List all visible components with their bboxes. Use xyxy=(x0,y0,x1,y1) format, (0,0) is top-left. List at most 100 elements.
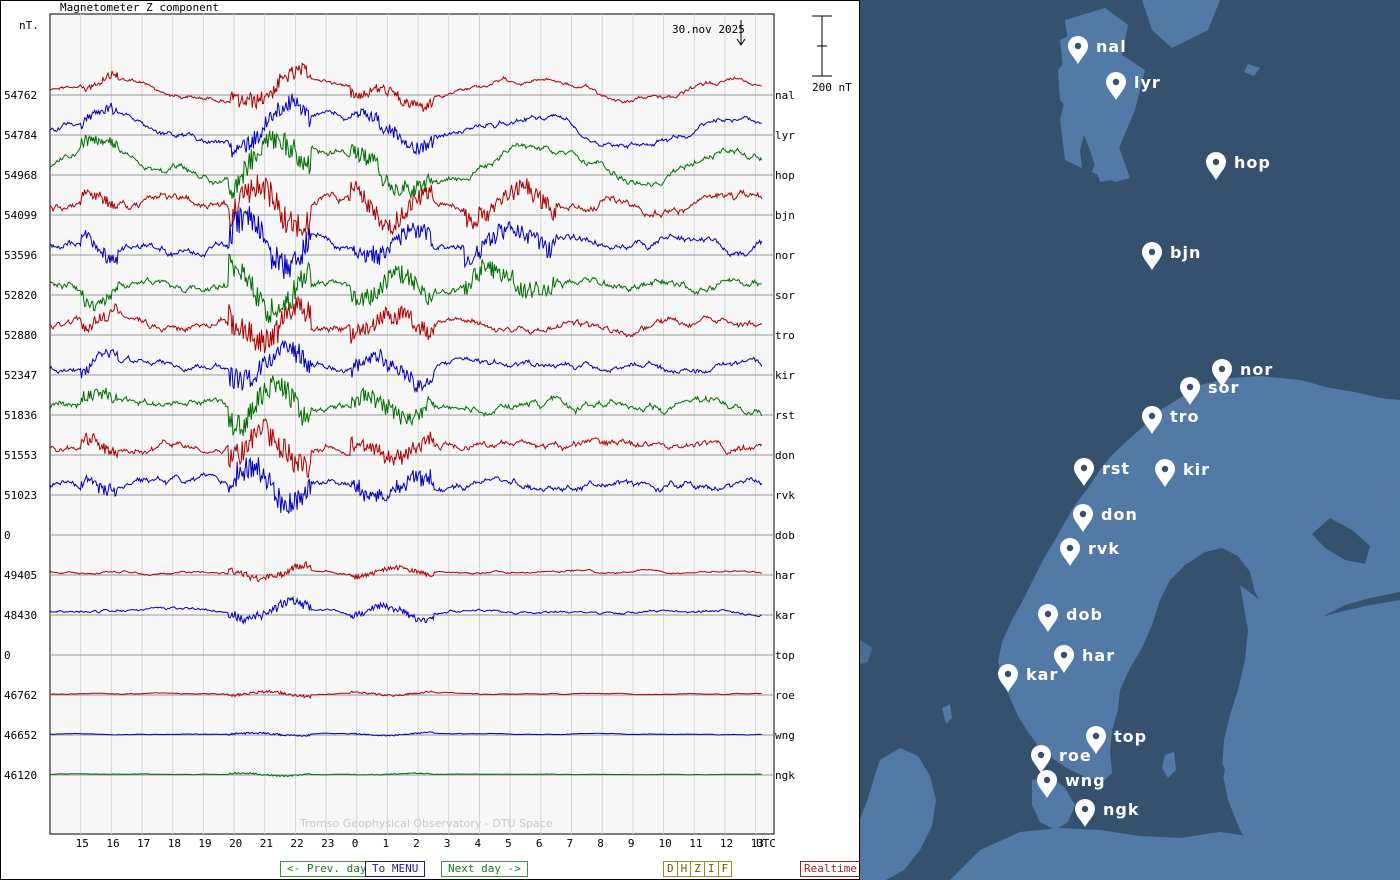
map-station-label: nor xyxy=(1240,360,1273,379)
x-tick-label: 11 xyxy=(689,837,702,850)
map-svg: nallyr hop bjn norsortro rst kir don rvk dob har k… xyxy=(860,0,1400,880)
map-station-label: bjn xyxy=(1170,243,1201,262)
x-tick-label: 1 xyxy=(382,837,389,850)
station-label: lyr xyxy=(775,129,795,142)
x-tick-label: 9 xyxy=(628,837,635,850)
station-label: top xyxy=(775,649,795,662)
station-label: hop xyxy=(775,169,795,182)
x-tick-label: 17 xyxy=(137,837,150,850)
x-tick-label: 10 xyxy=(659,837,672,850)
x-tick-label: 3 xyxy=(444,837,451,850)
map-pin-icon xyxy=(1031,745,1051,773)
baseline-value-label: 0 xyxy=(4,649,11,662)
map-pin-hole xyxy=(1212,158,1220,166)
finland-baltics xyxy=(1222,585,1400,880)
x-tick-label: 22 xyxy=(290,837,303,850)
x-tick-label: 2 xyxy=(413,837,420,850)
map-station-label: sor xyxy=(1208,378,1239,397)
station-marker-hop[interactable]: hop xyxy=(1206,152,1271,180)
utc-label: UTC xyxy=(756,837,776,850)
map-pin-hole xyxy=(1043,776,1051,784)
realtime-button[interactable]: Realtime xyxy=(800,861,861,877)
station-label: wng xyxy=(775,729,795,742)
station-marker-ngk[interactable]: ngk xyxy=(1075,799,1139,827)
baseline-value-label: 48430 xyxy=(4,609,37,622)
x-tick-label: 15 xyxy=(76,837,89,850)
station-label: dob xyxy=(775,529,795,542)
station-label: nor xyxy=(775,249,795,262)
baseline-value-label: 51836 xyxy=(4,409,37,422)
component-f-link[interactable]: F xyxy=(719,862,732,876)
map-pin-hole xyxy=(1112,78,1120,86)
next-day-button[interactable]: Next day -> xyxy=(441,861,528,877)
magnetometer-chart-panel: 15 16 17 18 19 20 21 22 23 0 1 2 3 4 5 6 7 8 9 10 11 12 13 5476… xyxy=(0,0,861,880)
map-pin-icon xyxy=(1206,152,1226,180)
x-tick-label: 8 xyxy=(597,837,604,850)
station-label: har xyxy=(775,569,795,582)
baseline-value-label: 51553 xyxy=(4,449,37,462)
unit-label: nT. xyxy=(19,19,39,32)
map-station-label: rvk xyxy=(1088,539,1120,558)
map-pin-hole xyxy=(1161,465,1169,473)
nordaustlandet xyxy=(1142,0,1220,48)
x-tick-label: 21 xyxy=(260,837,273,850)
component-d-link[interactable]: D xyxy=(664,862,678,876)
map-station-label: hop xyxy=(1234,153,1271,172)
station-label: don xyxy=(775,449,795,462)
map-pin-icon xyxy=(1142,242,1162,270)
baseline-value-label: 0 xyxy=(4,529,11,542)
baseline-value-label: 53596 xyxy=(4,249,37,262)
component-z-link[interactable]: Z xyxy=(691,862,705,876)
station-label: nal xyxy=(775,89,795,102)
map-station-label: har xyxy=(1082,646,1115,665)
component-h-link[interactable]: H xyxy=(678,862,692,876)
map-pin-hole xyxy=(1060,651,1068,659)
map-pin-hole xyxy=(1037,751,1045,759)
map-pin-hole xyxy=(1148,248,1156,256)
station-marker-bjn[interactable]: bjn xyxy=(1142,242,1201,270)
x-tick-label: 7 xyxy=(567,837,574,850)
station-marker-wng[interactable]: wng xyxy=(1037,770,1106,798)
map-station-label: top xyxy=(1114,727,1147,746)
baseline-value-label: 46762 xyxy=(4,689,37,702)
map-station-label: lyr xyxy=(1134,73,1161,92)
kvitoya xyxy=(1244,64,1260,76)
x-tick-label: 16 xyxy=(106,837,119,850)
baseline-value-label: 54099 xyxy=(4,209,37,222)
date-label: 30.nov 2025 xyxy=(672,23,745,36)
baseline-value-label: 54784 xyxy=(4,129,37,142)
baseline-value-label: 54968 xyxy=(4,169,37,182)
map-pin-icon xyxy=(1075,799,1095,827)
map-station-label: wng xyxy=(1065,771,1106,790)
station-map: nal lyr hop bjn nor sor tro rst kir don rvk dob har k… xyxy=(860,0,1400,880)
map-pin-icon xyxy=(1074,458,1094,486)
component-selector: D H Z I F xyxy=(663,861,733,877)
station-label: kar xyxy=(775,609,795,622)
watermark: Tromso Geophysical Observatory - DTU Spa… xyxy=(299,817,553,830)
x-tick-label: 20 xyxy=(229,837,242,850)
map-pin-hole xyxy=(1044,610,1052,618)
baseline-value-label: 51023 xyxy=(4,489,37,502)
map-station-label: tro xyxy=(1170,407,1200,426)
map-pin-hole xyxy=(1004,670,1012,678)
scale-bar xyxy=(812,15,832,77)
baseline-value-label: 54762 xyxy=(4,89,37,102)
to-menu-button[interactable]: To MENU xyxy=(365,861,426,877)
prev-day-button[interactable]: <- Prev. day xyxy=(280,861,374,877)
map-pin-hole xyxy=(1186,383,1194,391)
map-pin-hole xyxy=(1080,464,1088,472)
map-station-label: rst xyxy=(1102,459,1130,478)
map-station-label: don xyxy=(1101,505,1138,524)
map-pin-hole xyxy=(1081,805,1089,813)
component-i-link[interactable]: I xyxy=(705,862,719,876)
baseline-value-label: 52347 xyxy=(4,369,37,382)
x-tick-label: 6 xyxy=(536,837,543,850)
map-station-label: ngk xyxy=(1103,800,1139,819)
x-tick-label: 19 xyxy=(198,837,211,850)
map-station-label: roe xyxy=(1059,746,1092,765)
station-label: sor xyxy=(775,289,795,302)
x-tick-label: 5 xyxy=(505,837,512,850)
map-pin-hole xyxy=(1092,732,1100,740)
baseline-value-label: 49405 xyxy=(4,569,37,582)
baseline-value-label: 52820 xyxy=(4,289,37,302)
